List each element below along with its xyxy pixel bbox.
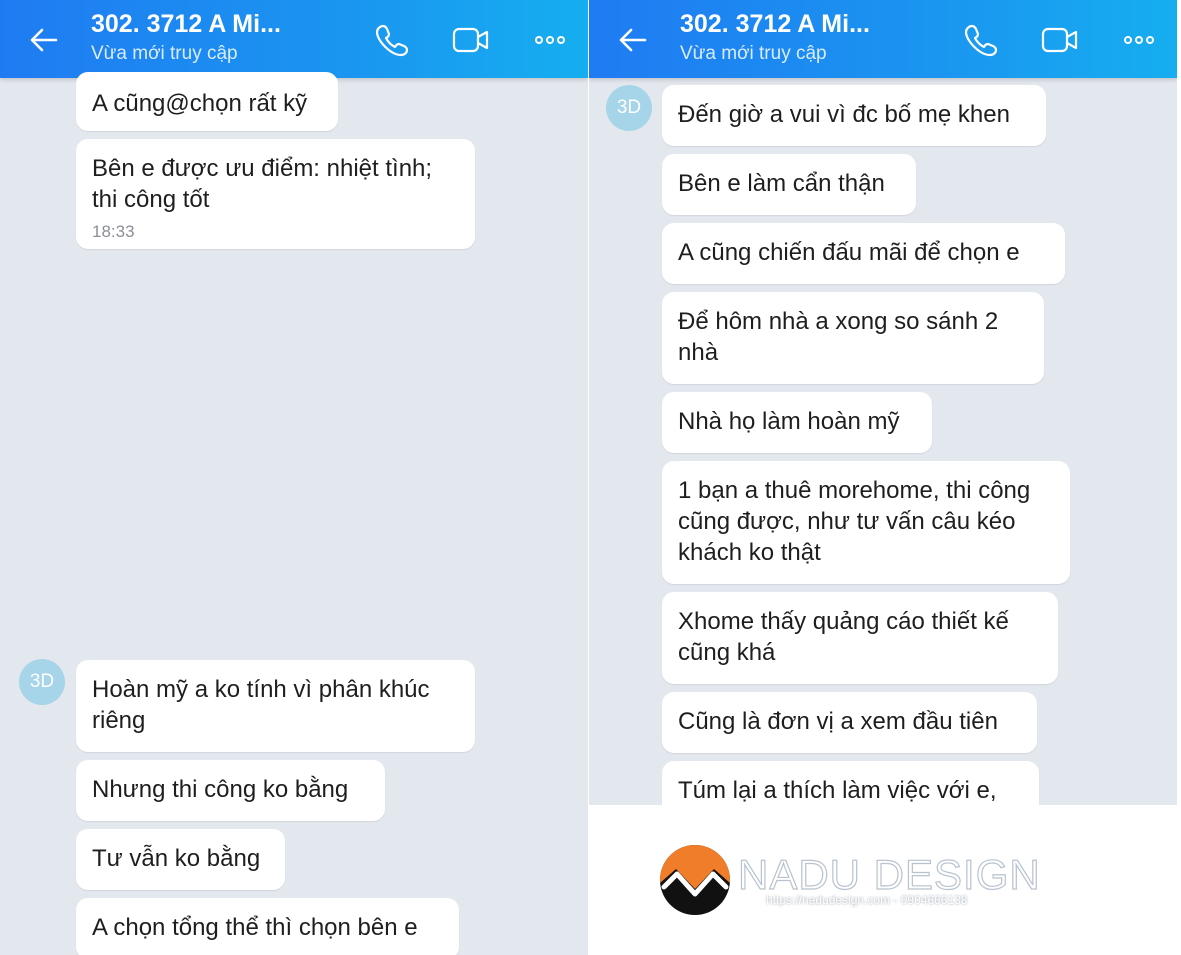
- avatar[interactable]: 3D: [19, 659, 65, 705]
- phone-call-icon[interactable]: [961, 20, 1001, 60]
- message-text: Để hôm nhà a xong so sánh 2 nhà: [678, 308, 999, 366]
- video-call-icon[interactable]: [1040, 20, 1080, 60]
- message-bubble[interactable]: Cũng là đơn vị a xem đầu tiên: [662, 692, 1037, 753]
- message-text: A chọn tổng thể thì chọn bên e: [92, 914, 418, 941]
- chat-panel-left: 302. 3712 A Mi... Vừa mới truy cập A cũn…: [0, 0, 588, 955]
- message-bubble[interactable]: A chọn tổng thể thì chọn bên e: [76, 898, 459, 955]
- chat-status: Vừa mới truy cập: [91, 43, 238, 64]
- chat-title[interactable]: 302. 3712 A Mi...: [680, 10, 870, 39]
- more-options-icon[interactable]: [1119, 20, 1159, 60]
- message-text: Cũng là đơn vị a xem đầu tiên: [678, 708, 998, 735]
- message-text: Túm lại a thích làm việc với e,: [678, 777, 997, 804]
- message-text: Nhà họ làm hoàn mỹ: [678, 408, 900, 435]
- message-bubble[interactable]: Bên e làm cẩn thận: [662, 154, 916, 215]
- phone-call-icon[interactable]: [372, 20, 412, 60]
- message-timestamp: 18:33: [92, 222, 135, 241]
- message-text: Tư vẫn ko bằng: [92, 845, 261, 872]
- chat-header: 302. 3712 A Mi... Vừa mới truy cập: [0, 0, 588, 78]
- more-options-icon[interactable]: [530, 20, 570, 60]
- nadu-design-logo: [660, 845, 730, 915]
- message-text: Bên e được ưu điểm: nhiệt tình; thi công…: [92, 155, 433, 213]
- message-bubble[interactable]: A cũng@chọn rất kỹ: [76, 72, 338, 131]
- chat-header: 302. 3712 A Mi... Vừa mới truy cập: [589, 0, 1177, 78]
- chat-panel-right: 302. 3712 A Mi... Vừa mới truy cập 3D Đế…: [589, 0, 1177, 805]
- message-bubble[interactable]: Tư vẫn ko bằng: [76, 829, 285, 890]
- message-text: Hoàn mỹ a ko tính vì phân khúc riêng: [92, 676, 430, 734]
- video-call-icon[interactable]: [451, 20, 491, 60]
- message-text: Xhome thấy quảng cáo thiết kế cũng khá: [678, 608, 1009, 666]
- message-bubble[interactable]: Để hôm nhà a xong so sánh 2 nhà: [662, 292, 1044, 384]
- message-bubble[interactable]: Bên e được ưu điểm: nhiệt tình; thi công…: [76, 139, 475, 249]
- watermark-contact: https://nadudesign.com - 0904666138: [766, 893, 968, 907]
- avatar[interactable]: 3D: [606, 85, 652, 131]
- message-bubble[interactable]: Đến giờ a vui vì đc bố mẹ khen: [662, 85, 1046, 146]
- message-text: Đến giờ a vui vì đc bố mẹ khen: [678, 101, 1010, 128]
- message-bubble[interactable]: Hoàn mỹ a ko tính vì phân khúc riêng: [76, 660, 475, 752]
- watermark: NADU DESIGN https://nadudesign.com - 090…: [658, 843, 1040, 923]
- message-bubble[interactable]: Túm lại a thích làm việc với e,: [662, 761, 1039, 805]
- message-bubble[interactable]: Nhưng thi công ko bằng: [76, 760, 385, 821]
- chat-status: Vừa mới truy cập: [680, 43, 827, 64]
- message-bubble[interactable]: A cũng chiến đấu mãi để chọn e: [662, 223, 1065, 284]
- message-text: A cũng chiến đấu mãi để chọn e: [678, 239, 1020, 266]
- watermark-brand: NADU DESIGN: [737, 850, 1041, 898]
- message-text: A cũng@chọn rất kỹ: [92, 90, 308, 117]
- message-text: Nhưng thi công ko bằng: [92, 776, 349, 803]
- chat-title[interactable]: 302. 3712 A Mi...: [91, 10, 281, 39]
- back-arrow-icon[interactable]: [26, 22, 62, 58]
- message-bubble[interactable]: Xhome thấy quảng cáo thiết kế cũng khá: [662, 592, 1058, 684]
- message-bubble[interactable]: 1 bạn a thuê morehome, thi công cũng đượ…: [662, 461, 1070, 584]
- back-arrow-icon[interactable]: [615, 22, 651, 58]
- message-text: Bên e làm cẩn thận: [678, 170, 885, 197]
- message-text: 1 bạn a thuê morehome, thi công cũng đượ…: [678, 477, 1031, 566]
- message-bubble[interactable]: Nhà họ làm hoàn mỹ: [662, 392, 932, 453]
